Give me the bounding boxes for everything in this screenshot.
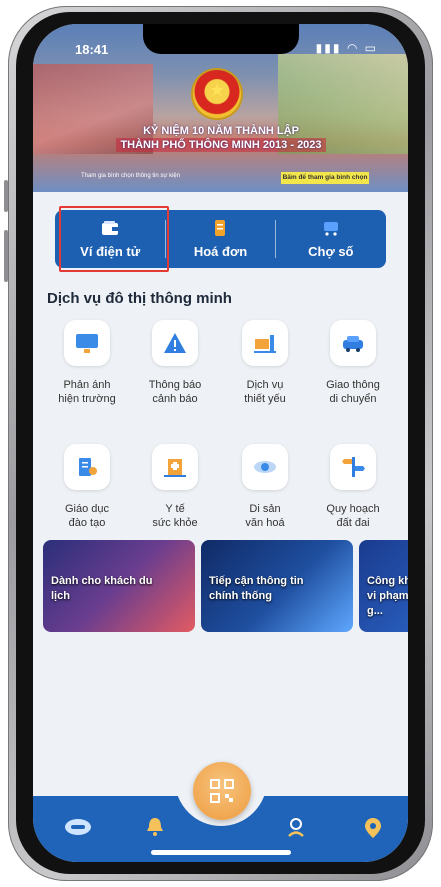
invoice-icon — [215, 220, 226, 236]
qr-icon — [210, 779, 234, 803]
cart-icon — [323, 222, 338, 236]
support-icon[interactable] — [285, 816, 307, 846]
feature-cards: Dành cho khách du lịch Tiếp cận thông ti… — [43, 540, 408, 632]
wifi-icon: ◠ — [346, 41, 360, 55]
bell-icon[interactable] — [145, 816, 165, 844]
service-label: Quy hoạch đất đai — [326, 503, 380, 529]
app-screen: KỶ NIỆM 10 NĂM THÀNH LẬP THÀNH PHỐ THÔNG… — [33, 24, 408, 862]
service-item[interactable]: Dịch vụ thiết yếu — [221, 320, 309, 406]
service-item[interactable]: Giáo dục đào tạo — [43, 444, 131, 530]
banner-strip: Tham gia bình chọn thông tin sự kiện Bấm… — [81, 172, 371, 184]
service-item[interactable]: Y tế sức khỏe — [131, 444, 219, 530]
banner-title: KỶ NIỆM 10 NĂM THÀNH LẬP THÀNH PHỐ THÔNG… — [101, 124, 341, 152]
card-label: Dành cho khách du lịch — [51, 575, 153, 602]
volume-button — [4, 230, 8, 282]
official-info-card[interactable]: Tiếp cận thông tin chính thống — [201, 540, 353, 632]
service-label: Di sản văn hoá — [245, 503, 285, 529]
banner-small-text: Tham gia bình chọn thông tin sự kiện — [81, 173, 181, 179]
national-emblem-icon — [193, 70, 241, 118]
signpost-icon — [330, 444, 376, 490]
service-label: Y tế sức khỏe — [152, 503, 198, 529]
digital-market-button[interactable]: Chợ số — [276, 210, 386, 268]
card-label: Tiếp cận thông tin chính thống — [209, 575, 304, 602]
service-item[interactable]: Phản ánh hiện trường — [43, 320, 131, 406]
signal-icon: ▮▮▮ — [315, 41, 342, 55]
hospital-icon — [152, 444, 198, 490]
section-title: Dịch vụ đô thị thông minh — [47, 290, 232, 307]
monitor-icon — [64, 320, 110, 366]
status-bar: 18:41 ▮▮▮ ◠ ▭ — [33, 24, 408, 64]
highlight-box — [59, 206, 169, 272]
invoice-button[interactable]: Hoá đơn — [165, 210, 275, 268]
banner-line-2: THÀNH PHỐ THÔNG MINH 2013 - 2023 — [116, 138, 326, 152]
service-label: Phản ánh hiện trường — [58, 379, 116, 405]
warning-icon — [152, 320, 198, 366]
tourist-card[interactable]: Dành cho khách du lịch — [43, 540, 195, 632]
home-indicator — [151, 850, 291, 855]
service-label: Dịch vụ thiết yếu — [244, 379, 286, 405]
battery-icon: ▭ — [364, 41, 378, 55]
heritage-icon — [242, 444, 288, 490]
notch — [143, 24, 299, 54]
service-label: Giao thông di chuyển — [326, 379, 380, 405]
qr-scan-button[interactable] — [193, 762, 251, 820]
service-label: Thông báo cảnh báo — [148, 379, 202, 405]
location-icon[interactable] — [363, 816, 383, 846]
car-icon — [330, 320, 376, 366]
service-item[interactable]: Thông báo cảnh báo — [131, 320, 219, 406]
utility-icon — [242, 320, 288, 366]
banner-line-1: KỶ NIỆM 10 NĂM THÀNH LẬP — [143, 125, 299, 137]
card-label: Công khai vi phạm g... — [367, 575, 408, 617]
banner-cta-button[interactable]: Bấm để tham gia bình chọn — [281, 172, 369, 184]
digital-market-label: Chợ số — [308, 244, 354, 259]
status-time: 18:41 — [75, 42, 109, 57]
service-item[interactable]: Quy hoạch đất đai — [309, 444, 397, 530]
violation-card[interactable]: Công khai vi phạm g... — [359, 540, 408, 632]
service-label: Giáo dục đào tạo — [64, 503, 110, 529]
home-icon[interactable] — [63, 816, 93, 844]
service-item[interactable]: Giao thông di chuyển — [309, 320, 397, 406]
education-icon — [64, 444, 110, 490]
service-item[interactable]: Di sản văn hoá — [221, 444, 309, 530]
volume-button — [4, 180, 8, 212]
invoice-label: Hoá đơn — [193, 244, 248, 259]
status-icons: ▮▮▮ ◠ ▭ — [316, 41, 378, 55]
